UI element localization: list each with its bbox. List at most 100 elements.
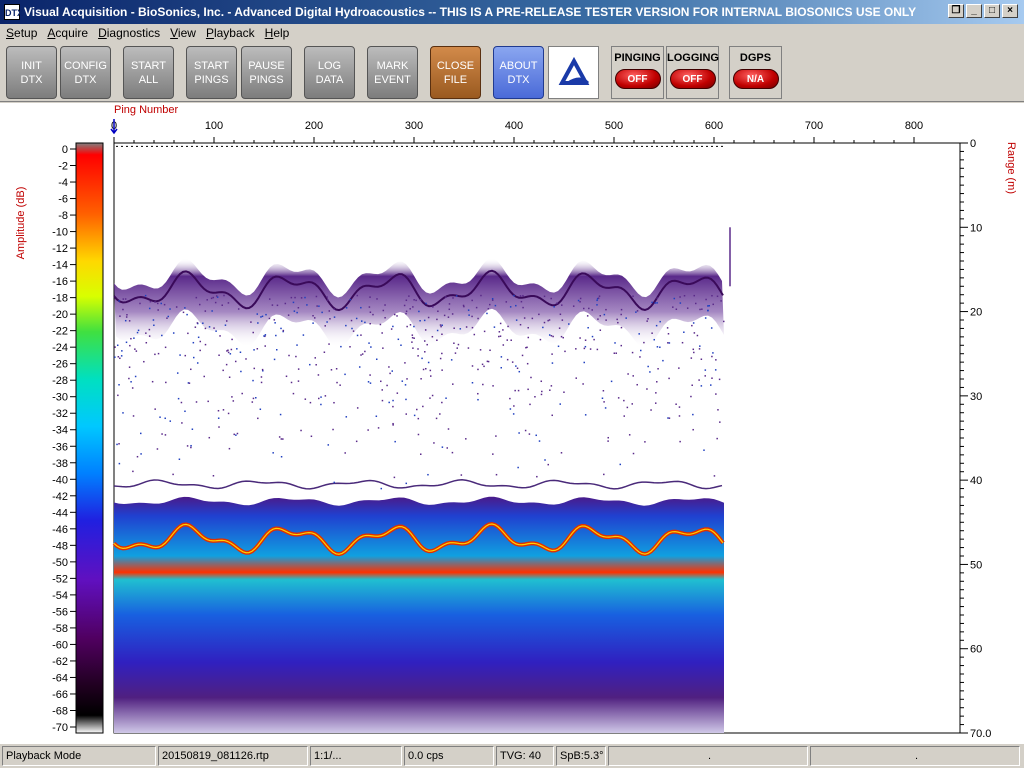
pause-pings-button[interactable]: PAUSE PINGS bbox=[241, 46, 292, 99]
speckle-dot bbox=[302, 334, 305, 336]
speckle-dot bbox=[597, 318, 599, 320]
start-pings-button[interactable]: START PINGS bbox=[186, 46, 237, 99]
speckle-dot bbox=[547, 463, 549, 466]
speckle-dot bbox=[610, 380, 613, 383]
status-file: 20150819_081126.rtp bbox=[158, 746, 308, 766]
speckle-dot bbox=[550, 385, 553, 387]
speckle-dot bbox=[487, 360, 490, 363]
button-label-line2: DTX bbox=[507, 73, 530, 86]
config-dtx-button[interactable]: CONFIG DTX bbox=[60, 46, 111, 99]
speckle-dot bbox=[404, 362, 406, 364]
speckle-dot bbox=[453, 342, 455, 344]
speckle-dot bbox=[712, 352, 714, 354]
speckle-dot bbox=[715, 359, 717, 361]
close-button[interactable]: × bbox=[1002, 4, 1018, 18]
log-data-button[interactable]: LOG DATA bbox=[304, 46, 355, 99]
speckle-dot bbox=[345, 324, 347, 327]
speckle-dot bbox=[154, 353, 156, 356]
speckle-dot bbox=[673, 297, 676, 300]
speckle-dot bbox=[409, 324, 412, 326]
speckle-dot bbox=[617, 321, 619, 324]
speckle-dot bbox=[392, 405, 394, 408]
menu-acquire[interactable]: Acquire bbox=[41, 24, 92, 40]
speckle-dot bbox=[441, 369, 443, 371]
menu-playback[interactable]: Playback bbox=[200, 24, 259, 40]
start-all-button[interactable]: START ALL bbox=[123, 46, 174, 99]
speckle-dot bbox=[380, 380, 382, 383]
speckle-dot bbox=[419, 299, 422, 301]
speckle-dot bbox=[317, 374, 320, 376]
speckle-dot bbox=[441, 333, 443, 336]
about-dtx-button[interactable]: ABOUT DTX bbox=[493, 46, 544, 99]
speckle-dot bbox=[672, 306, 674, 308]
speckle-dot bbox=[381, 332, 383, 334]
speckle-dot bbox=[364, 321, 366, 324]
speckle-dot bbox=[607, 440, 609, 442]
init-dtx-button[interactable]: INIT DTX bbox=[6, 46, 57, 99]
speckle-dot bbox=[352, 330, 355, 332]
speckle-dot bbox=[692, 413, 694, 416]
speckle-dot bbox=[409, 308, 411, 310]
speckle-dot bbox=[401, 380, 404, 382]
speckle-dot bbox=[349, 346, 351, 348]
speckle-dot bbox=[568, 323, 570, 325]
speckle-dot bbox=[332, 428, 334, 431]
button-label-line2: FILE bbox=[443, 73, 468, 86]
speckle-dot bbox=[235, 434, 237, 436]
speckle-dot bbox=[666, 327, 669, 329]
biosonics-logo-button[interactable] bbox=[548, 46, 599, 99]
maximize-button[interactable]: □ bbox=[984, 4, 1000, 18]
speckle-dot bbox=[538, 313, 540, 316]
speckle-dot bbox=[131, 387, 134, 389]
speckle-dot bbox=[128, 377, 130, 380]
menu-help[interactable]: Help bbox=[259, 24, 294, 40]
speckle-dot bbox=[435, 417, 438, 420]
speckle-dot bbox=[384, 316, 386, 319]
speckle-dot bbox=[462, 304, 465, 307]
speckle-dot bbox=[605, 319, 607, 321]
speckle-dot bbox=[635, 311, 637, 313]
speckle-dot bbox=[703, 449, 705, 451]
speckle-dot bbox=[705, 298, 707, 301]
speckle-dot bbox=[315, 364, 317, 366]
speckle-dot bbox=[511, 361, 514, 363]
title-bar: DTX Visual Acquisition - BioSonics, Inc.… bbox=[0, 0, 1024, 24]
menu-diagnostics[interactable]: Diagnostics bbox=[92, 24, 164, 40]
speckle-dot bbox=[471, 326, 474, 329]
speckle-dot bbox=[495, 435, 497, 437]
amplitude-tick-label: -40 bbox=[52, 474, 68, 486]
speckle-dot bbox=[260, 316, 262, 318]
speckle-dot bbox=[696, 334, 699, 337]
speckle-dot bbox=[137, 329, 140, 332]
speckle-dot bbox=[429, 397, 431, 399]
speckle-dot bbox=[579, 297, 582, 300]
pinging-lamp: OFF bbox=[614, 69, 661, 89]
mark-event-button[interactable]: MARK EVENT bbox=[367, 46, 418, 99]
speckle-dot bbox=[575, 377, 577, 379]
restore-button[interactable]: ❐ bbox=[948, 4, 964, 18]
speckle-dot bbox=[453, 327, 455, 329]
speckle-dot bbox=[417, 355, 419, 357]
speckle-dot bbox=[328, 343, 330, 345]
speckle-dot bbox=[707, 305, 709, 307]
speckle-dot bbox=[714, 369, 717, 371]
speckle-dot bbox=[413, 325, 415, 328]
speckle-dot bbox=[237, 308, 240, 310]
speckle-dot bbox=[416, 408, 418, 411]
speckle-dot bbox=[172, 332, 175, 334]
speckle-dot bbox=[165, 381, 167, 384]
minimize-button[interactable]: _ bbox=[966, 4, 982, 18]
speckle-dot bbox=[512, 413, 515, 415]
speckle-dot bbox=[169, 308, 171, 310]
speckle-dot bbox=[640, 349, 642, 352]
speckle-dot bbox=[678, 406, 681, 408]
speckle-dot bbox=[506, 339, 509, 341]
close-file-button[interactable]: CLOSE FILE bbox=[430, 46, 481, 99]
speckle-dot bbox=[559, 403, 561, 405]
menu-setup[interactable]: Setup bbox=[0, 24, 41, 40]
speckle-dot bbox=[230, 348, 233, 351]
speckle-dot bbox=[320, 396, 322, 398]
menu-view[interactable]: View bbox=[164, 24, 200, 40]
speckle-dot bbox=[577, 299, 580, 302]
speckle-dot bbox=[544, 459, 546, 461]
